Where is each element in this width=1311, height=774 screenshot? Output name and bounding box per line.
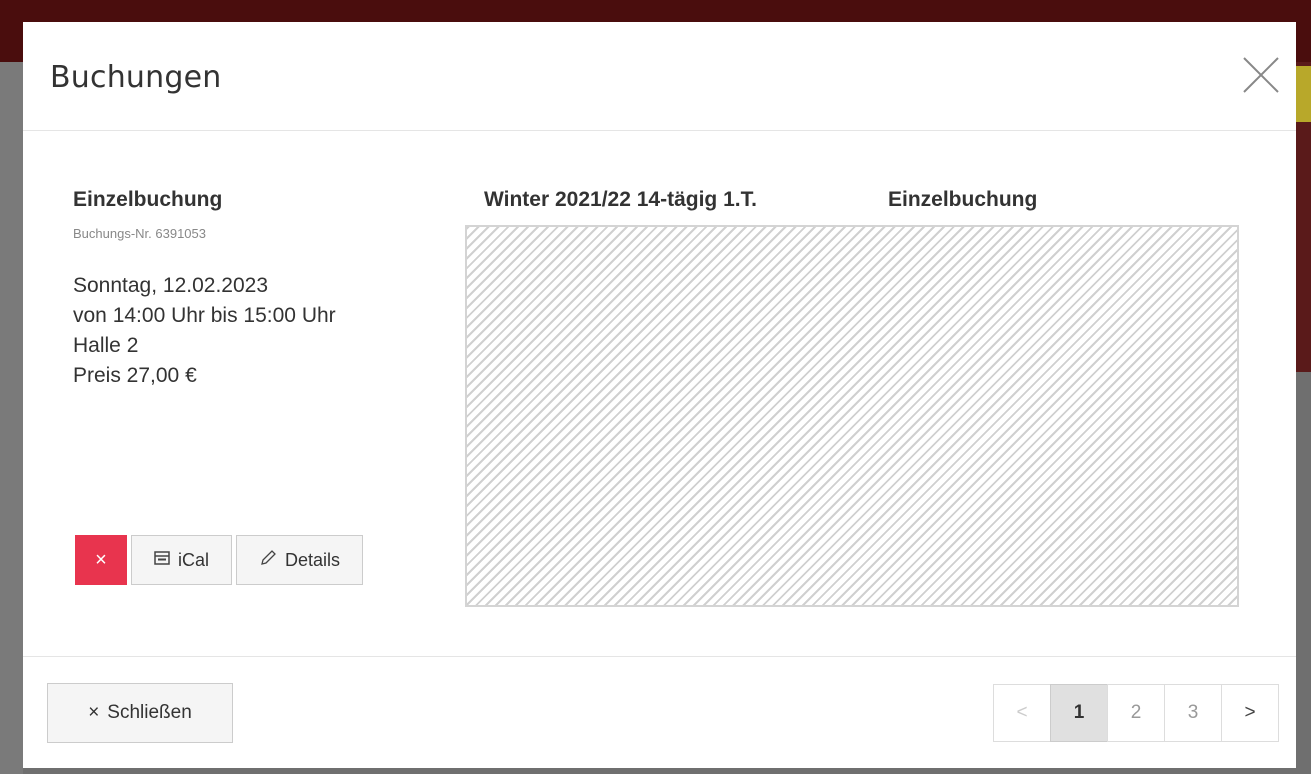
legend-season: Winter 2021/22 14-tägig 1.T. <box>484 188 757 211</box>
schedule-panel: Winter 2021/22 14-tägig 1.T. Einzelbuchu… <box>465 188 1240 607</box>
close-glyph-icon: × <box>88 702 100 723</box>
delete-icon: × <box>95 548 107 571</box>
booking-number: Buchungs-Nr. 6391053 <box>73 226 206 241</box>
pagination-page-1[interactable]: 1 <box>1050 684 1108 742</box>
background-page-accent <box>1296 66 1311 122</box>
pagination: < 1 2 3 > <box>993 684 1279 742</box>
modal-footer: × Schließen < 1 2 3 > <box>23 656 1296 768</box>
close-button-label: Schließen <box>107 702 192 723</box>
ical-label: iCal <box>177 549 209 570</box>
booking-type: Einzelbuchung <box>73 188 223 211</box>
details-label: Details <box>284 549 341 570</box>
booking-time: von 14:00 Uhr bis 15:00 Uhr <box>73 304 336 327</box>
ical-button[interactable]: iCal <box>131 535 232 585</box>
booking-price: Preis 27,00 € <box>73 364 197 387</box>
bookings-modal: Buchungen Einzelbuchung Buchungs-Nr. 639… <box>23 22 1296 768</box>
modal-header: Buchungen <box>23 22 1296 131</box>
booking-details: Einzelbuchung Buchungs-Nr. 6391053 Sonnt… <box>73 188 433 391</box>
booking-hall: Halle 2 <box>73 334 139 357</box>
calendar-icon <box>154 550 170 571</box>
modal-body: Einzelbuchung Buchungs-Nr. 6391053 Sonnt… <box>23 131 1296 656</box>
legend-single: Einzelbuchung <box>888 188 1038 211</box>
pagination-page-3[interactable]: 3 <box>1164 684 1222 742</box>
booking-date: Sonntag, 12.02.2023 <box>73 274 269 297</box>
delete-button[interactable]: × <box>75 535 127 585</box>
close-icon[interactable] <box>1240 54 1282 96</box>
schedule-hatched-area <box>465 225 1239 607</box>
booking-actions: × iCal Details <box>75 535 363 585</box>
modal-title: Buchungen <box>50 60 222 95</box>
legend: Winter 2021/22 14-tägig 1.T. Einzelbuchu… <box>465 188 1240 218</box>
pagination-next[interactable]: > <box>1221 684 1279 742</box>
pencil-icon <box>259 549 277 572</box>
pagination-page-2[interactable]: 2 <box>1107 684 1165 742</box>
pagination-prev[interactable]: < <box>993 684 1051 742</box>
background-page-left <box>0 62 23 774</box>
details-button[interactable]: Details <box>236 535 363 585</box>
close-button[interactable]: × Schließen <box>47 683 233 743</box>
